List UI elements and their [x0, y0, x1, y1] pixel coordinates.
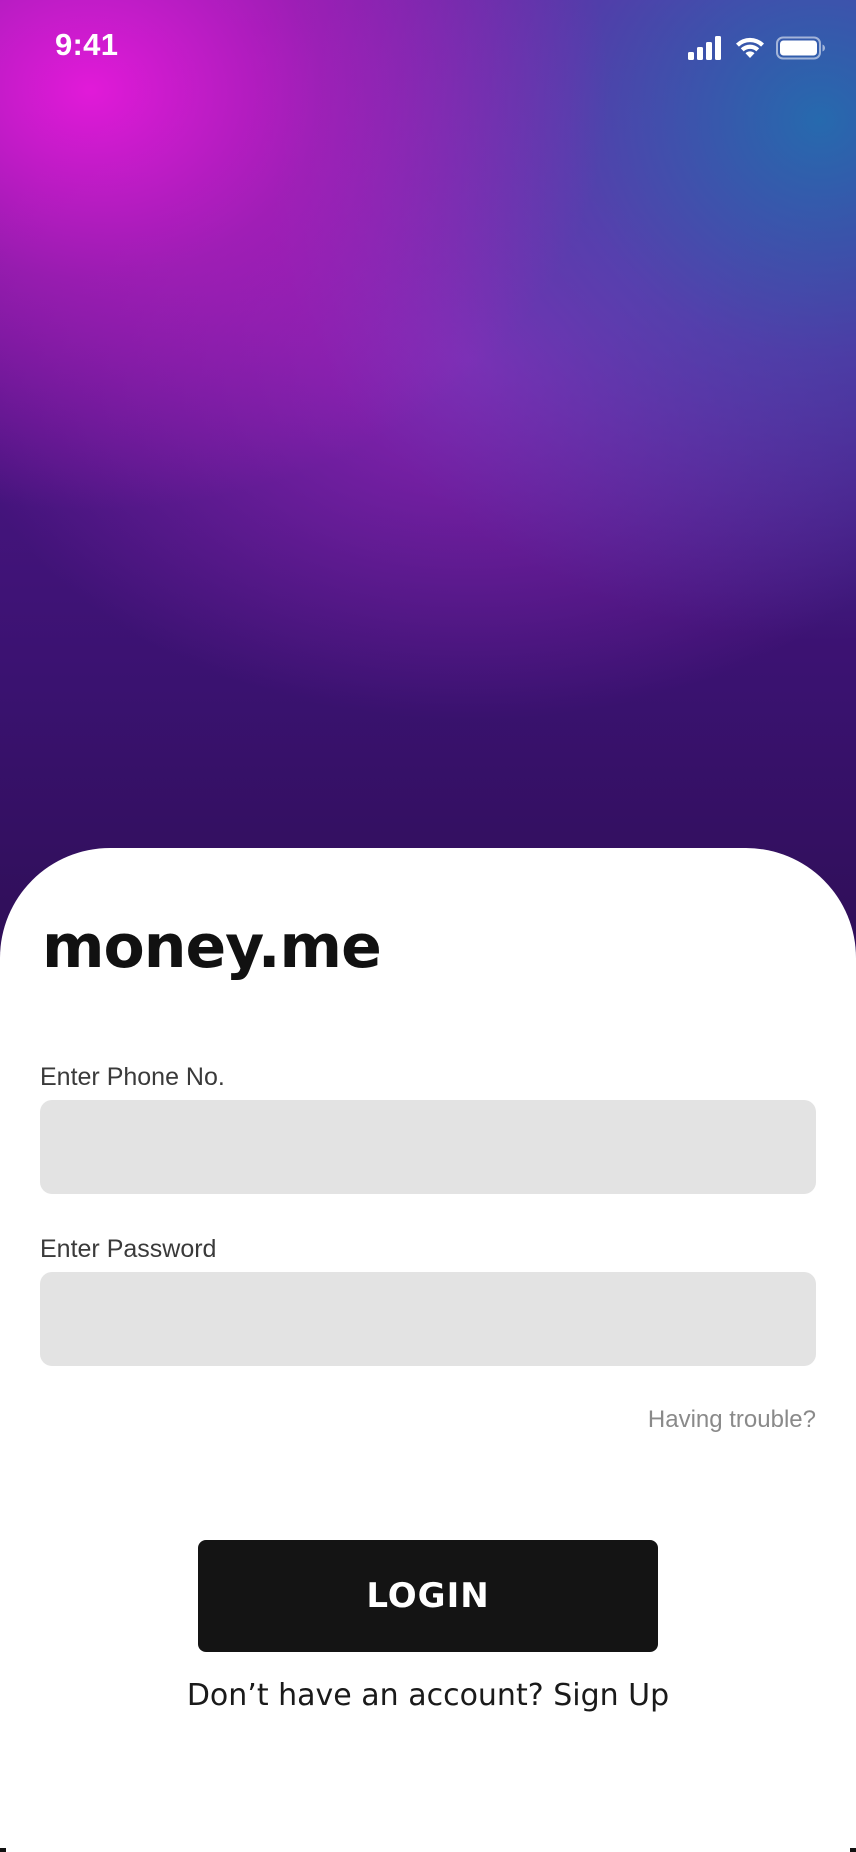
status-icons	[688, 30, 826, 66]
status-bar: 9:41	[0, 0, 856, 96]
hero-gradient-background	[0, 0, 856, 980]
login-button[interactable]: LOGIN	[198, 1540, 658, 1652]
brand-logo-text: money.me	[42, 912, 382, 982]
status-time: 9:41	[55, 27, 119, 62]
cellular-signal-icon	[688, 36, 721, 60]
password-label: Enter Password	[40, 1235, 217, 1263]
login-screen: 9:41 money.me Enter Phone No. Enter Pass…	[0, 0, 856, 1852]
wifi-icon	[736, 37, 764, 58]
signup-prompt: Don’t have an account?	[186, 1678, 544, 1713]
battery-icon	[776, 36, 825, 60]
phone-input[interactable]	[40, 1100, 816, 1194]
signup-link[interactable]: Sign Up	[553, 1678, 669, 1713]
signup-row: Don’t have an account? Sign Up	[0, 1678, 856, 1713]
bottom-edge-right	[850, 1848, 856, 1852]
phone-label: Enter Phone No.	[40, 1063, 225, 1091]
having-trouble-link[interactable]: Having trouble?	[648, 1406, 816, 1434]
password-input[interactable]	[40, 1272, 816, 1366]
bottom-edge-left	[0, 1848, 6, 1852]
